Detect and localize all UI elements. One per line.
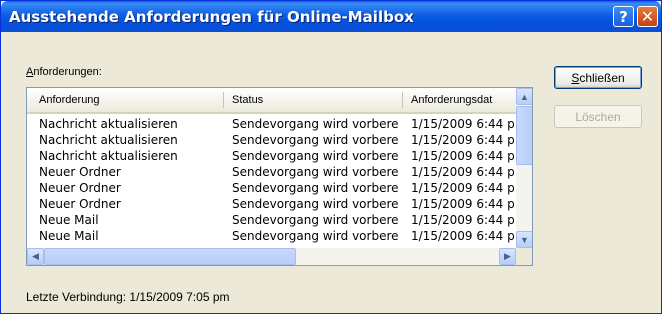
question-mark-icon: ?: [619, 7, 628, 26]
close-icon: ✕: [640, 7, 655, 26]
vertical-scrollbar[interactable]: ▲ ▼: [516, 88, 532, 248]
date-cell: 1/15/2009 6:44 p: [411, 181, 515, 195]
title-bar[interactable]: Ausstehende Anforderungen für Online-Mai…: [1, 1, 661, 32]
request-cell: Neuer Ordner: [39, 197, 121, 211]
window-title: Ausstehende Anforderungen für Online-Mai…: [9, 8, 414, 26]
horizontal-scrollbar[interactable]: ◀ ▶: [27, 248, 516, 265]
dialog-window: Ausstehende Anforderungen für Online-Mai…: [0, 0, 662, 314]
date-cell: 1/15/2009 6:44 p: [411, 133, 515, 147]
request-cell: Nachricht aktualisieren: [39, 149, 178, 163]
date-cell: 1/15/2009 6:44 p: [411, 229, 515, 243]
table-row[interactable]: Nachricht aktualisieren Sendevorgang wird…: [27, 132, 516, 148]
date-cell: 1/15/2009 6:44 p: [411, 117, 515, 131]
request-cell: Neue Mail: [39, 229, 99, 243]
status-cell: Sendevorgang wird vorbere: [232, 149, 399, 163]
table-row[interactable]: Neuer Ordner Sendevorgang wird vorbere 1/1…: [27, 180, 516, 196]
request-cell: Neue Mail: [39, 213, 99, 227]
vertical-scroll-thumb[interactable]: [516, 106, 532, 165]
help-button[interactable]: ?: [613, 6, 634, 27]
status-cell: Sendevorgang wird vorbere: [232, 213, 399, 227]
request-cell: Neuer Ordner: [39, 181, 121, 195]
status-cell: Sendevorgang wird vorbere: [232, 117, 399, 131]
table-row[interactable]: Neue Mail Sendevorgang wird vorbere 1/15/2…: [27, 228, 516, 244]
scroll-corner: [516, 248, 532, 265]
requests-label-text: nforderungen:: [33, 66, 102, 78]
scroll-up-button[interactable]: ▲: [516, 88, 532, 105]
chevron-right-icon: ▶: [504, 251, 511, 261]
table-row[interactable]: Neue Mail Sendevorgang wird vorbere 1/15/2…: [27, 212, 516, 228]
list-rows: Nachricht aktualisieren Sendevorgang wird…: [27, 116, 516, 248]
scroll-left-button[interactable]: ◀: [27, 248, 44, 265]
column-header-request[interactable]: Anforderung: [39, 88, 227, 112]
column-divider[interactable]: [223, 92, 224, 108]
column-header-request-date[interactable]: Anforderungsdat: [411, 88, 516, 112]
close-button[interactable]: Schließen: [554, 66, 642, 89]
list-header: Anforderung Status Anforderungsdat: [27, 88, 516, 114]
delete-button[interactable]: Löschen: [554, 105, 642, 128]
scroll-right-button[interactable]: ▶: [499, 248, 516, 265]
column-divider[interactable]: [402, 92, 403, 108]
table-row[interactable]: Neuer Ordner Sendevorgang wird vorbere 1/1…: [27, 196, 516, 212]
last-connection-status: Letzte Verbindung: 1/15/2009 7:05 pm: [26, 290, 230, 304]
status-cell: Sendevorgang wird vorbere: [232, 181, 399, 195]
chevron-left-icon: ◀: [32, 251, 39, 261]
table-row[interactable]: Nachricht aktualisieren Sendevorgang wird…: [27, 148, 516, 164]
close-button-label: chließen: [579, 70, 625, 85]
date-cell: 1/15/2009 6:44 p: [411, 197, 515, 211]
request-cell: Neuer Ordner: [39, 165, 121, 179]
table-row[interactable]: Neuer Ordner Sendevorgang wird vorbere 1/1…: [27, 164, 516, 180]
scroll-down-button[interactable]: ▼: [516, 231, 532, 248]
status-cell: Sendevorgang wird vorbere: [232, 197, 399, 211]
date-cell: 1/15/2009 6:44 p: [411, 213, 515, 227]
close-button-accel: S: [571, 70, 580, 85]
date-cell: 1/15/2009 6:44 p: [411, 149, 515, 163]
close-window-button[interactable]: ✕: [637, 6, 658, 27]
request-cell: Nachricht aktualisieren: [39, 133, 178, 147]
requests-label: Anforderungen:: [26, 66, 102, 78]
request-cell: Nachricht aktualisieren: [39, 117, 178, 131]
table-row[interactable]: Nachricht aktualisieren Sendevorgang wird…: [27, 116, 516, 132]
chevron-up-icon: ▲: [520, 91, 529, 102]
status-cell: Sendevorgang wird vorbere: [232, 133, 399, 147]
date-cell: 1/15/2009 6:44 p: [411, 165, 515, 179]
status-cell: Sendevorgang wird vorbere: [232, 229, 399, 243]
requests-list[interactable]: Anforderung Status Anforderungsdat Nachr…: [26, 87, 533, 266]
delete-button-label: Löschen: [575, 109, 621, 124]
chevron-down-icon: ▼: [520, 234, 529, 245]
status-cell: Sendevorgang wird vorbere: [232, 165, 399, 179]
column-header-status[interactable]: Status: [232, 88, 404, 112]
horizontal-scroll-thumb[interactable]: [44, 248, 296, 265]
